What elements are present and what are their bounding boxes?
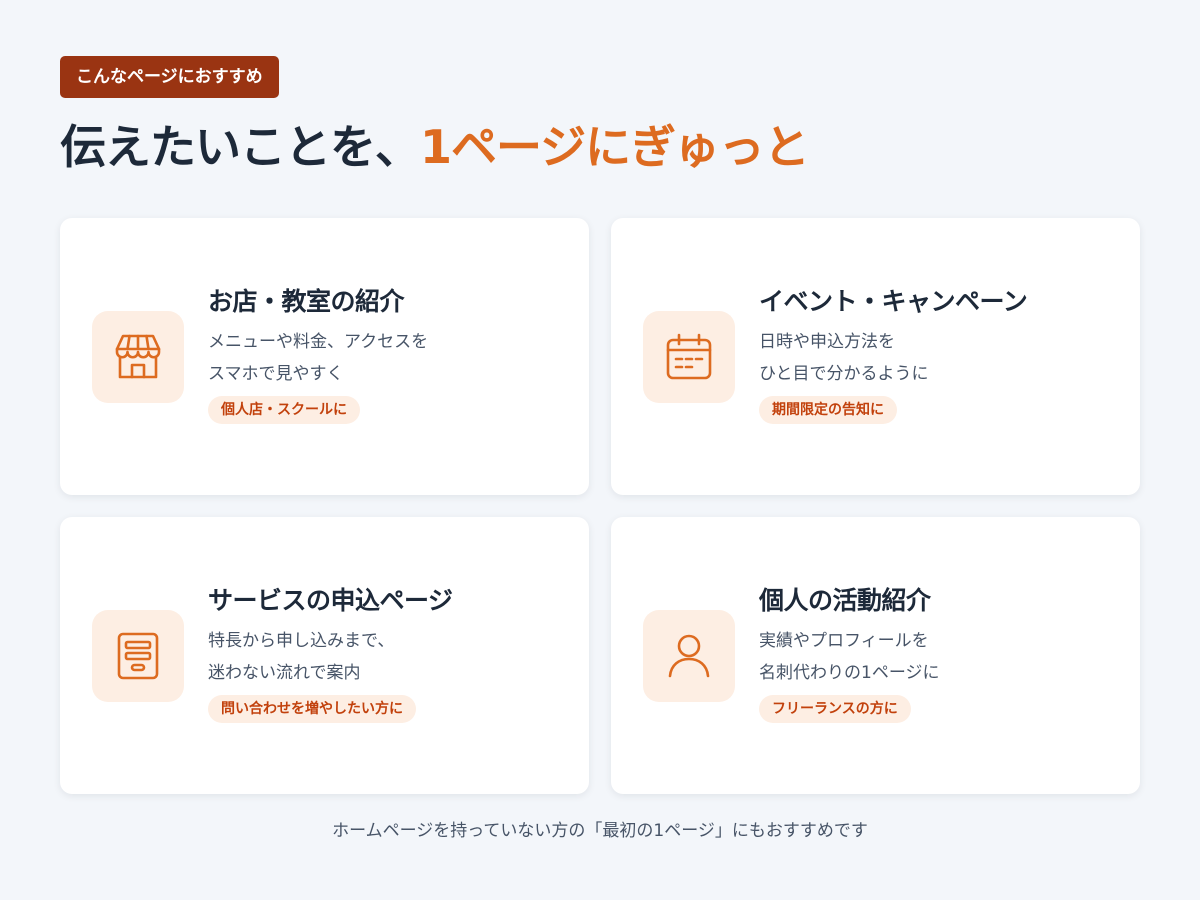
card-title: 個人の活動紹介 xyxy=(759,586,931,615)
card-description-line: 迷わない流れで案内 xyxy=(208,663,361,683)
card-description-line: 実績やプロフィールを xyxy=(759,631,929,651)
shop-icon xyxy=(92,311,184,403)
card-service: サービスの申込ページ 特長から申し込みまで、 迷わない流れで案内 問い合わせを増… xyxy=(60,517,589,794)
page-headline: 伝えたいことを、1ページにぎゅっと xyxy=(60,115,810,179)
card-description: 日時や申込方法を ひと目で分かるように xyxy=(759,326,1120,390)
card-tag: フリーランスの方に xyxy=(759,695,911,723)
recommendation-badge: こんなページにおすすめ xyxy=(60,56,279,98)
card-description-line: 日時や申込方法を xyxy=(759,332,895,352)
card-title: イベント・キャンペーン xyxy=(759,287,1028,316)
card-title: お店・教室の紹介 xyxy=(208,287,405,316)
card-title: サービスの申込ページ xyxy=(208,586,453,615)
card-description-line: メニューや料金、アクセスを xyxy=(208,332,429,352)
card-description-line: ひと目で分かるように xyxy=(759,364,929,384)
person-icon xyxy=(643,610,735,702)
card-tag: 期間限定の告知に xyxy=(759,396,897,424)
card-shop: お店・教室の紹介 メニューや料金、アクセスを スマホで見やすく 個人店・スクール… xyxy=(60,218,589,495)
card-service-body: サービスの申込ページ 特長から申し込みまで、 迷わない流れで案内 問い合わせを増… xyxy=(208,583,569,723)
card-tag: 個人店・スクールに xyxy=(208,396,360,424)
footer-note: ホームページを持っていない方の「最初の1ページ」にもおすすめです xyxy=(332,821,868,841)
card-description: 特長から申し込みまで、 迷わない流れで案内 xyxy=(208,625,569,689)
form-icon xyxy=(92,610,184,702)
card-profile: 個人の活動紹介 実績やプロフィールを 名刺代わりの1ページに フリーランスの方に xyxy=(611,517,1140,794)
card-description: メニューや料金、アクセスを スマホで見やすく xyxy=(208,326,569,390)
card-description-line: スマホで見やすく xyxy=(208,364,344,384)
card-event-body: イベント・キャンペーン 日時や申込方法を ひと目で分かるように 期間限定の告知に xyxy=(759,284,1120,424)
card-event: イベント・キャンペーン 日時や申込方法を ひと目で分かるように 期間限定の告知に xyxy=(611,218,1140,495)
card-description-line: 特長から申し込みまで、 xyxy=(208,631,395,651)
card-profile-body: 個人の活動紹介 実績やプロフィールを 名刺代わりの1ページに フリーランスの方に xyxy=(759,583,1120,723)
headline-main: 伝えたいことを、 xyxy=(60,120,421,174)
card-tag: 問い合わせを増やしたい方に xyxy=(208,695,416,723)
card-description-line: 名刺代わりの1ページに xyxy=(759,663,940,683)
card-shop-body: お店・教室の紹介 メニューや料金、アクセスを スマホで見やすく 個人店・スクール… xyxy=(208,284,569,424)
headline-accent: 1ページにぎゅっと xyxy=(420,120,810,174)
calendar-icon xyxy=(643,311,735,403)
card-description: 実績やプロフィールを 名刺代わりの1ページに xyxy=(759,625,1120,689)
use-case-grid: お店・教室の紹介 メニューや料金、アクセスを スマホで見やすく 個人店・スクール… xyxy=(60,218,1140,794)
